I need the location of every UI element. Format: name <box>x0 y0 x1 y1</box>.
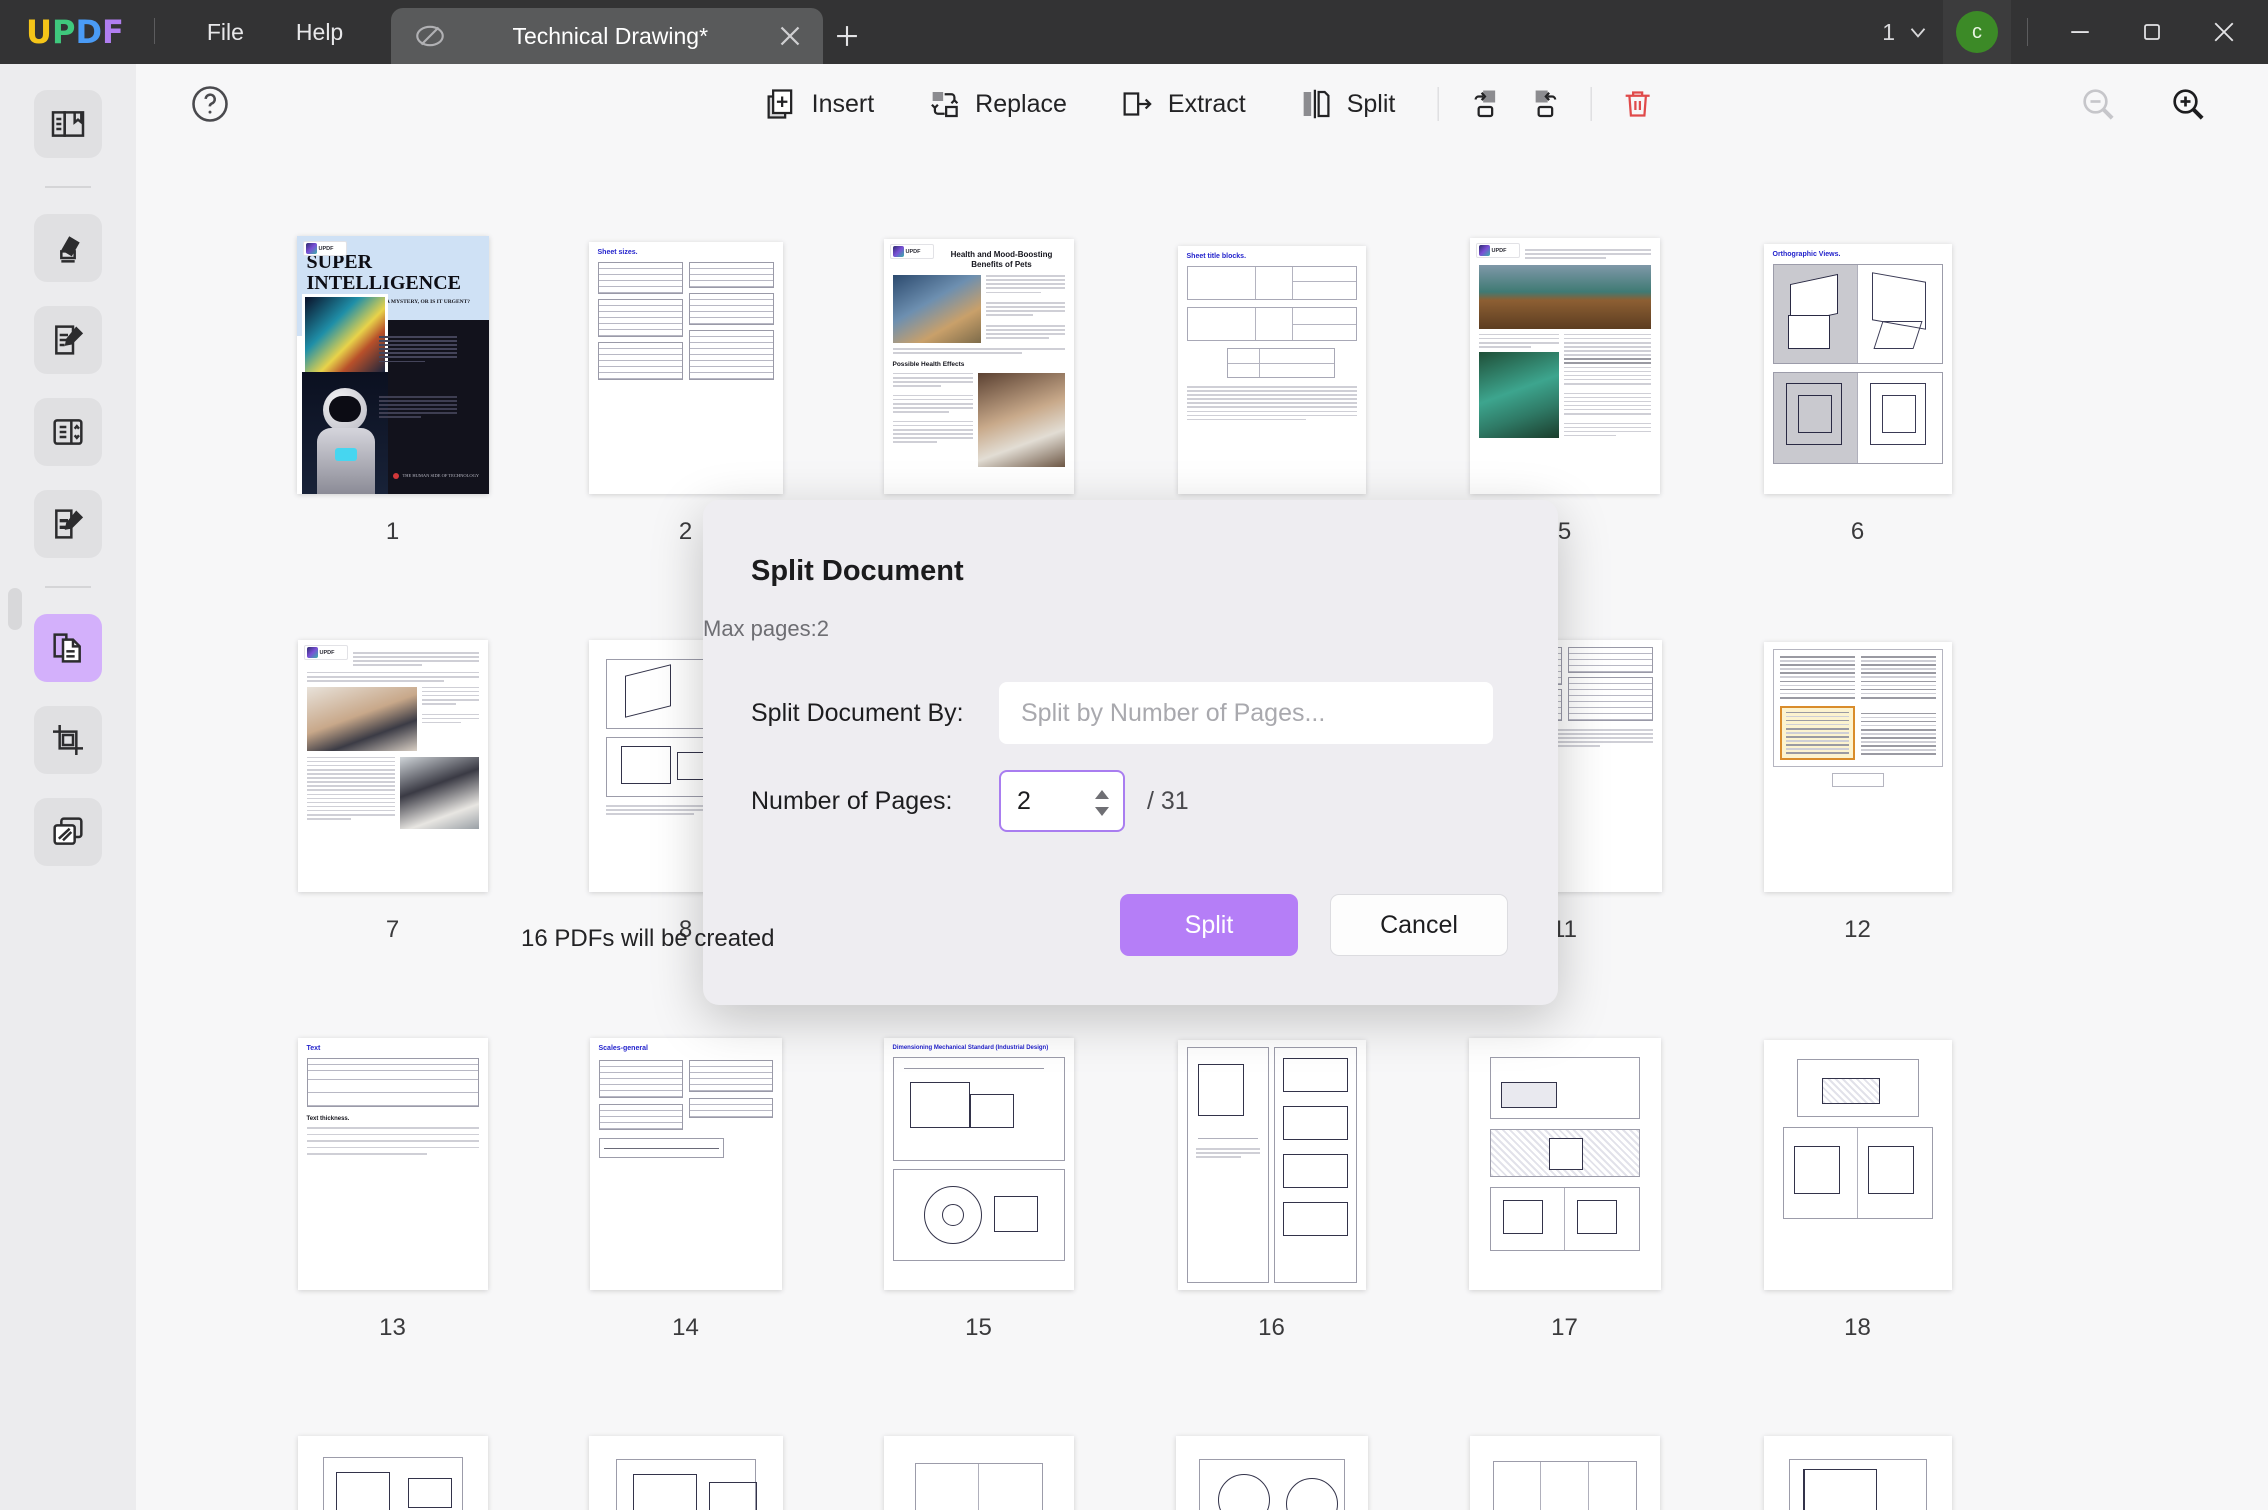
number-of-pages-stepper[interactable] <box>999 770 1125 832</box>
split-result-note: 16 PDFs will be created <box>521 925 775 952</box>
number-of-pages-row: Number of Pages: / 31 <box>751 770 1511 832</box>
max-pages-note: Max pages:2 <box>703 616 829 641</box>
number-of-pages-label: Number of Pages: <box>751 786 953 815</box>
number-of-pages-input[interactable] <box>1001 786 1079 816</box>
updf-watermark: UPDF <box>1475 243 1520 258</box>
updf-watermark: UPDF <box>889 244 934 259</box>
modal-overlay: Split Document Split Document By: Split … <box>0 0 2268 1510</box>
stepper-arrows <box>1095 772 1109 834</box>
stepper-up-icon[interactable] <box>1095 790 1109 799</box>
total-pages-label: / 31 <box>1147 786 1189 815</box>
stepper-down-icon[interactable] <box>1095 807 1109 816</box>
split-confirm-button[interactable]: Split <box>1120 894 1298 956</box>
updf-watermark: UPDF <box>302 241 347 256</box>
dialog-title: Split Document <box>751 555 964 587</box>
split-by-placeholder: Split by Number of Pages... <box>1021 698 1326 727</box>
split-by-select[interactable]: Split by Number of Pages... <box>999 682 1493 744</box>
updf-watermark: UPDF <box>303 645 348 660</box>
split-by-row: Split Document By: Split by Number of Pa… <box>751 682 1511 744</box>
cancel-button[interactable]: Cancel <box>1330 894 1508 956</box>
split-by-label: Split Document By: <box>751 698 964 727</box>
